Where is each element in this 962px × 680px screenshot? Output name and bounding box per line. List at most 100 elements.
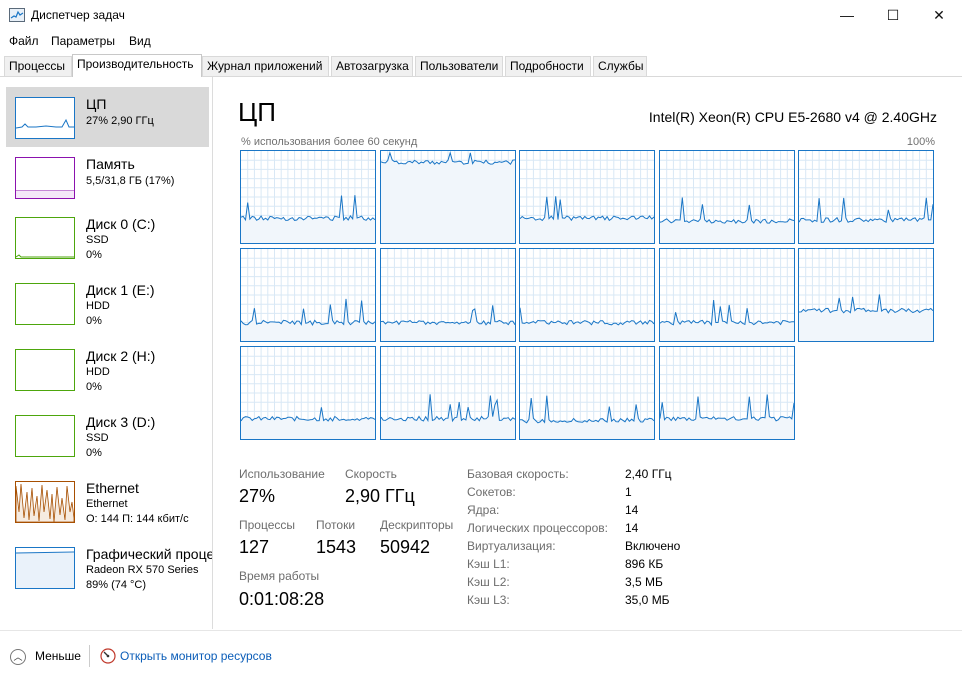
sockets-label: Сокетов: xyxy=(467,485,516,499)
sidebar-item-detail: 0% xyxy=(86,381,102,393)
sidebar-item-detail: 0% xyxy=(86,249,102,261)
usage-value: 27% xyxy=(239,486,276,506)
cpu-core-graph xyxy=(519,248,655,342)
tab-details[interactable]: Подробности xyxy=(505,56,591,76)
memory-thumbnail xyxy=(15,157,75,199)
tab-app-history[interactable]: Журнал приложений xyxy=(202,56,329,76)
resource-sidebar: ЦП 27% 2,90 ГГц Память 5,5/31,8 ГБ (17%)… xyxy=(0,77,213,629)
cpu-core-graph xyxy=(658,150,795,244)
sidebar-item-detail: HDD xyxy=(86,300,110,312)
window-title: Диспетчер задач xyxy=(31,8,125,22)
handles-value: 50942 xyxy=(380,537,431,557)
l3-cache-value: 35,0 МБ xyxy=(625,593,670,607)
processes-label: Процессы xyxy=(239,518,296,532)
sidebar-item-disk-3[interactable]: Диск 3 (D:) SSD 0% xyxy=(6,405,209,465)
cpu-core-graph xyxy=(519,150,655,244)
l1-cache-label: Кэш L1: xyxy=(467,557,510,571)
sidebar-item-detail: 5,5/31,8 ГБ (17%) xyxy=(86,175,175,187)
virtualization-label: Виртуализация: xyxy=(467,539,556,553)
sidebar-item-disk-2[interactable]: Диск 2 (H:) HDD 0% xyxy=(6,339,209,399)
disk-thumbnail xyxy=(15,415,75,457)
fewer-details-link[interactable]: Меньше xyxy=(35,649,81,663)
gpu-thumbnail xyxy=(15,547,75,589)
cpu-core-graph xyxy=(658,248,795,342)
cpu-core-graph xyxy=(240,346,376,440)
uptime-label: Время работы xyxy=(239,569,320,583)
sidebar-item-label: Память xyxy=(86,156,135,172)
cpu-core-graph xyxy=(240,150,376,244)
sidebar-item-detail: 0% xyxy=(86,447,102,459)
title-bar: Диспетчер задач — ☐ ✕ xyxy=(0,0,962,30)
sidebar-item-detail: 89% (74 °C) xyxy=(86,579,147,591)
cpu-core-graph xyxy=(658,346,795,440)
sidebar-item-label: Диск 2 (H:) xyxy=(86,348,156,364)
menu-bar: Файл Параметры Вид xyxy=(0,31,962,51)
open-resource-monitor-link[interactable]: Открыть монитор ресурсов xyxy=(120,649,272,663)
speed-label: Скорость xyxy=(345,467,397,481)
tab-performance[interactable]: Производительность xyxy=(72,54,202,77)
sidebar-item-label: Диск 3 (D:) xyxy=(86,414,156,430)
menu-view[interactable]: Вид xyxy=(129,34,151,48)
base-speed-label: Базовая скорость: xyxy=(467,467,569,481)
graph-max-label: 100% xyxy=(906,136,935,148)
minimize-button[interactable]: — xyxy=(824,0,870,30)
cpu-core-graph xyxy=(379,346,516,440)
cpu-core-graph xyxy=(240,248,376,342)
sidebar-item-detail: SSD xyxy=(86,234,109,246)
menu-options[interactable]: Параметры xyxy=(51,34,115,48)
sockets-value: 1 xyxy=(625,485,632,499)
l2-cache-label: Кэш L2: xyxy=(467,575,510,589)
sidebar-item-label: Ethernet xyxy=(86,480,139,496)
cpu-model-name: Intel(R) Xeon(R) CPU E5-2680 v4 @ 2.40GH… xyxy=(648,109,937,125)
virtualization-value: Включено xyxy=(625,539,681,553)
footer-divider xyxy=(89,645,90,667)
sidebar-item-gpu[interactable]: Графический процессор 0 Radeon RX 570 Se… xyxy=(6,537,212,597)
cores-label: Ядра: xyxy=(467,503,500,517)
cpu-core-graph xyxy=(379,248,516,342)
cpu-core-graph xyxy=(519,346,655,440)
l2-cache-value: 3,5 МБ xyxy=(625,575,663,589)
cores-value: 14 xyxy=(625,503,639,517)
l1-cache-value: 896 КБ xyxy=(625,557,664,571)
page-title: ЦП xyxy=(238,97,276,127)
sidebar-item-disk-1[interactable]: Диск 1 (E:) HDD 0% xyxy=(6,273,209,333)
threads-value: 1543 xyxy=(316,537,357,557)
sidebar-item-detail: SSD xyxy=(86,432,109,444)
logical-processors-label: Логических процессоров: xyxy=(467,521,608,535)
sidebar-item-detail: Radeon RX 570 Series xyxy=(86,564,199,576)
sidebar-item-memory[interactable]: Память 5,5/31,8 ГБ (17%) xyxy=(6,147,209,207)
tab-services[interactable]: Службы xyxy=(593,56,647,76)
uptime-value: 0:01:08:28 xyxy=(239,589,325,609)
usage-label: Использование xyxy=(239,467,325,481)
disk-thumbnail xyxy=(15,217,75,259)
ethernet-thumbnail xyxy=(15,481,75,523)
close-button[interactable]: ✕ xyxy=(916,0,962,30)
sidebar-item-detail: 0% xyxy=(86,315,102,327)
disk-thumbnail xyxy=(15,349,75,391)
sidebar-item-disk-0[interactable]: Диск 0 (C:) SSD 0% xyxy=(6,207,209,267)
sidebar-item-cpu[interactable]: ЦП 27% 2,90 ГГц xyxy=(6,87,209,147)
tab-processes[interactable]: Процессы xyxy=(4,56,72,76)
sidebar-item-detail: HDD xyxy=(86,366,110,378)
sidebar-item-detail: О: 144 П: 144 кбит/с xyxy=(86,513,189,525)
sidebar-item-ethernet[interactable]: Ethernet Ethernet О: 144 П: 144 кбит/с xyxy=(6,471,209,531)
sidebar-item-label: ЦП xyxy=(86,96,107,112)
sidebar-item-label: Графический процессор 0 xyxy=(86,546,212,562)
maximize-button[interactable]: ☐ xyxy=(870,0,916,30)
cpu-core-graph xyxy=(798,150,934,244)
cpu-core-graph xyxy=(798,248,934,342)
threads-label: Потоки xyxy=(316,518,356,532)
sidebar-item-detail: 27% 2,90 ГГц xyxy=(86,115,154,127)
tab-users[interactable]: Пользователи xyxy=(415,56,503,76)
sidebar-item-label: Диск 1 (E:) xyxy=(86,282,155,298)
resource-monitor-icon[interactable] xyxy=(100,648,116,664)
tab-strip: Процессы Производительность Журнал прило… xyxy=(0,54,962,77)
tab-startup[interactable]: Автозагрузка xyxy=(331,56,413,76)
chevron-up-icon[interactable]: ︿ xyxy=(10,649,26,665)
speed-value: 2,90 ГГц xyxy=(345,486,415,506)
graph-caption: % использования более 60 секунд xyxy=(241,136,418,148)
l3-cache-label: Кэш L3: xyxy=(467,593,510,607)
menu-file[interactable]: Файл xyxy=(9,34,39,48)
disk-thumbnail xyxy=(15,283,75,325)
sidebar-item-label: Диск 0 (C:) xyxy=(86,216,156,232)
